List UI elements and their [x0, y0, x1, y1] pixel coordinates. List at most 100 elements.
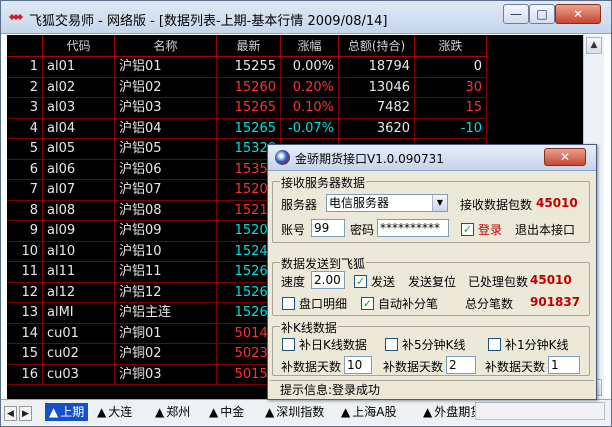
tab-label: 上期 — [60, 405, 85, 419]
maximize-button[interactable]: □ — [529, 4, 555, 24]
table-cell-chg-pct: 0.00% — [281, 57, 339, 78]
table-cell-code: al04 — [43, 118, 115, 139]
chevron-down-icon[interactable]: ▼ — [432, 195, 447, 211]
title-bar[interactable]: 飞狐交易师 - 网络版 - [数据列表-上期-基本行情 2009/08/14] … — [1, 1, 611, 34]
table-cell-no: 14 — [7, 323, 43, 344]
tab-exchange[interactable]: ▲ 上海A股 — [337, 403, 400, 421]
column-header[interactable]: 最新 — [217, 35, 281, 57]
table-cell-name: 沪铜03 — [115, 364, 217, 385]
table-cell-no: 15 — [7, 344, 43, 365]
table-row[interactable]: 4 al04 沪铝04 15265 -0.07% 3620 -10 — [7, 118, 583, 139]
table-cell-name: 沪铝08 — [115, 200, 217, 221]
days-daily-input[interactable]: 10 — [344, 356, 372, 374]
table-cell-no: 2 — [7, 77, 43, 98]
table-cell-no: 12 — [7, 282, 43, 303]
tab-scroll-right-icon[interactable]: ▶ — [19, 406, 32, 421]
tab-exchange[interactable]: ▲ 中金 — [205, 403, 248, 421]
login-checkbox[interactable]: ✓ — [461, 223, 474, 236]
fill-1min-label[interactable]: 补1分钟K线 — [505, 336, 569, 353]
table-cell-code: al11 — [43, 262, 115, 283]
table-cell-code: al01 — [43, 57, 115, 78]
table-cell-name: 沪铝07 — [115, 180, 217, 201]
table-row[interactable]: 1 al01 沪铝01 15255 0.00% 18794 0 — [7, 57, 583, 78]
password-input[interactable]: ********** — [377, 219, 449, 237]
tab-triangle-icon: ▲ — [341, 405, 351, 419]
table-cell-name: 沪铝02 — [115, 77, 217, 98]
table-row[interactable]: 2 al02 沪铝02 15260 0.20% 13046 30 — [7, 77, 583, 98]
table-cell-last: 15265 — [217, 118, 281, 139]
days-5min-input[interactable]: 2 — [446, 356, 476, 374]
send-reset-button[interactable]: 发送复位 — [408, 273, 456, 290]
table-cell-code: cu03 — [43, 364, 115, 385]
table-cell-code: al10 — [43, 241, 115, 262]
board-detail-checkbox[interactable] — [282, 297, 295, 310]
table-cell-chg-pct: -0.07% — [281, 118, 339, 139]
close-button[interactable]: ✕ — [555, 4, 601, 24]
table-cell-code: cu02 — [43, 344, 115, 365]
main-window: 飞狐交易师 - 网络版 - [数据列表-上期-基本行情 2009/08/14] … — [0, 0, 612, 427]
speed-input[interactable]: 2.00 — [311, 271, 345, 289]
tab-triangle-icon: ▲ — [265, 405, 275, 419]
window-title: 飞狐交易师 - 网络版 - [数据列表-上期-基本行情 2009/08/14] — [29, 14, 388, 29]
minimize-button[interactable]: — — [503, 4, 529, 24]
send-checkbox[interactable]: ✓ — [354, 275, 367, 288]
fill-daily-checkbox[interactable] — [282, 338, 295, 351]
send-label[interactable]: 发送 — [371, 273, 395, 290]
dialog-title: 金骄期货接口V1.0.090731 — [295, 152, 444, 166]
column-header[interactable]: 涨跌 — [415, 35, 487, 57]
tab-label: 大连 — [108, 405, 133, 419]
column-header[interactable] — [7, 35, 43, 57]
table-cell-name: 沪铝12 — [115, 282, 217, 303]
tab-label: 郑州 — [166, 405, 191, 419]
days-5min-label: 补数据天数 — [383, 360, 444, 374]
table-cell-name: 沪铜02 — [115, 344, 217, 365]
table-cell-last: 15255 — [217, 57, 281, 78]
horizontal-scrollbar[interactable] — [475, 402, 605, 420]
fill-kline-group-label: 补K线数据 — [280, 319, 338, 336]
table-cell-name: 沪铝11 — [115, 262, 217, 283]
scroll-up-icon[interactable]: ▲ — [586, 37, 602, 54]
table-cell-total: 13046 — [339, 77, 415, 98]
tab-triangle-icon: ▲ — [49, 405, 59, 419]
fill-daily-label[interactable]: 补日K线数据 — [299, 336, 367, 353]
dialog-close-button[interactable]: ✕ — [544, 148, 586, 166]
server-select[interactable]: 电信服务器 ▼ — [326, 194, 448, 212]
column-header[interactable]: 代码 — [43, 35, 115, 57]
column-header[interactable]: 名称 — [115, 35, 217, 57]
table-cell-no: 7 — [7, 180, 43, 201]
auto-fill-label[interactable]: 自动补分笔 — [378, 295, 438, 312]
dialog-title-bar[interactable]: 金骄期货接口V1.0.090731 ✕ — [268, 145, 596, 171]
table-cell-total: 3620 — [339, 118, 415, 139]
tab-exchange[interactable]: ▲ 深圳指数 — [261, 403, 328, 421]
board-detail-label[interactable]: 盘口明细 — [299, 295, 347, 312]
table-cell-name: 沪铝04 — [115, 118, 217, 139]
fill-5min-checkbox[interactable] — [385, 338, 398, 351]
total-ticks-value: 901837 — [530, 295, 581, 309]
fill-1min-checkbox[interactable] — [488, 338, 501, 351]
table-cell-chg: -10 — [415, 118, 487, 139]
days-daily-label: 补数据天数 — [281, 360, 342, 374]
column-header[interactable]: 总额(持合) — [339, 35, 415, 57]
table-cell-code: cu01 — [43, 323, 115, 344]
tab-triangle-icon: ▲ — [423, 405, 433, 419]
days-1min-input[interactable]: 1 — [548, 356, 580, 374]
table-cell-last: 15265 — [217, 98, 281, 119]
account-input[interactable]: 99 — [311, 219, 345, 237]
table-cell-chg: 15 — [415, 98, 487, 119]
tab-exchange[interactable]: ▲ 大连 — [93, 403, 136, 421]
auto-fill-checkbox[interactable]: ✓ — [361, 297, 374, 310]
fill-5min-label[interactable]: 补5分钟K线 — [402, 336, 466, 353]
login-label[interactable]: 登录 — [478, 221, 502, 238]
total-ticks-label: 总分笔数 — [465, 297, 514, 311]
tab-exchange[interactable]: ▲ 上期 — [45, 403, 89, 421]
receive-group-label: 接收服务器数据 — [280, 174, 367, 191]
column-header[interactable]: 涨幅 — [281, 35, 339, 57]
speed-label: 速度 — [281, 275, 306, 289]
tab-exchange[interactable]: ▲ 郑州 — [151, 403, 194, 421]
table-cell-total: 18794 — [339, 57, 415, 78]
table-row[interactable]: 3 al03 沪铝03 15265 0.10% 7482 15 — [7, 98, 583, 119]
exit-interface-button[interactable]: 退出本接口 — [515, 221, 575, 238]
tab-scroll-left-icon[interactable]: ◀ — [4, 406, 17, 421]
table-cell-no: 8 — [7, 200, 43, 221]
table-cell-chg-pct: 0.10% — [281, 98, 339, 119]
